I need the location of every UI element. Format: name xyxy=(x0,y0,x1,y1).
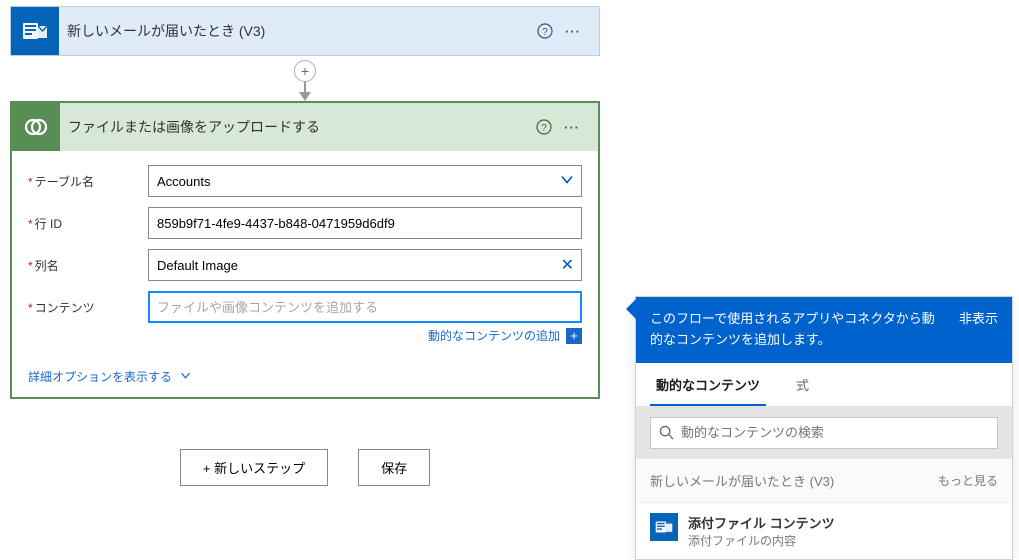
label-rowid: 行 ID xyxy=(28,215,148,232)
chevron-down-icon[interactable] xyxy=(560,173,574,190)
new-step-button[interactable]: + 新しいステップ xyxy=(180,449,328,486)
dyn-section-header: 新しいメールが届いたとき (V3) もっと見る xyxy=(636,459,1012,503)
action-header[interactable]: ファイルまたは画像をアップロードする ? ··· xyxy=(12,103,598,151)
help-icon[interactable]: ? xyxy=(531,17,559,45)
outlook-icon xyxy=(11,7,59,55)
more-icon[interactable]: ··· xyxy=(558,113,586,141)
add-dynamic-content-link[interactable]: 動的なコンテンツの追加 xyxy=(428,327,560,344)
rowid-input[interactable] xyxy=(148,207,582,239)
svg-text:?: ? xyxy=(541,123,547,134)
plus-icon[interactable]: + xyxy=(566,328,582,344)
action-title: ファイルまたは画像をアップロードする xyxy=(60,117,530,137)
trigger-title: 新しいメールが届いたとき (V3) xyxy=(59,21,531,41)
dyn-item-attachment-content[interactable]: 添付ファイル コンテンツ 添付ファイルの内容 xyxy=(636,503,1012,559)
svg-text:?: ? xyxy=(542,27,548,38)
hide-link[interactable]: 非表示 xyxy=(959,309,998,351)
label-content: コンテンツ xyxy=(28,299,148,316)
more-icon[interactable]: ··· xyxy=(559,17,587,45)
dyn-item-title: 添付ファイル コンテンツ xyxy=(688,513,835,532)
label-column: 列名 xyxy=(28,257,148,274)
search-icon xyxy=(659,425,674,443)
clear-icon[interactable]: ✕ xyxy=(561,255,574,275)
action-body: テーブル名 行 ID 列名 ✕ コンテンツ xyxy=(12,151,598,364)
action-card: ファイルまたは画像をアップロードする ? ··· テーブル名 行 ID 列名 xyxy=(10,101,600,399)
table-select[interactable] xyxy=(148,165,582,197)
trigger-header: 新しいメールが届いたとき (V3) ? ··· xyxy=(11,7,599,55)
connector: + xyxy=(10,56,600,101)
dyn-panel-header: このフローで使用されるアプリやコネクタから動的なコンテンツを追加します。 非表示 xyxy=(636,297,1012,363)
see-more-link[interactable]: もっと見る xyxy=(938,472,998,489)
dyn-tabs: 動的なコンテンツ 式 xyxy=(636,363,1012,407)
help-icon[interactable]: ? xyxy=(530,113,558,141)
show-advanced-link[interactable]: 詳細オプションを表示する xyxy=(28,370,172,384)
callout-arrow-icon xyxy=(626,299,636,319)
arrow-down-icon xyxy=(299,92,311,101)
outlook-icon xyxy=(650,513,678,541)
content-input[interactable] xyxy=(148,291,582,323)
column-input[interactable] xyxy=(148,249,582,281)
insert-step-button[interactable]: + xyxy=(294,60,316,82)
tab-expression[interactable]: 式 xyxy=(790,363,815,406)
save-button[interactable]: 保存 xyxy=(358,449,430,486)
dynamic-content-panel: このフローで使用されるアプリやコネクタから動的なコンテンツを追加します。 非表示… xyxy=(635,296,1013,560)
trigger-card[interactable]: 新しいメールが届いたとき (V3) ? ··· xyxy=(10,6,600,56)
footer-buttons: + 新しいステップ 保存 xyxy=(10,449,600,486)
label-table: テーブル名 xyxy=(28,173,148,190)
chevron-down-icon xyxy=(180,369,191,384)
tab-dynamic-content[interactable]: 動的なコンテンツ xyxy=(650,363,766,406)
dataverse-icon xyxy=(12,103,60,151)
dyn-search-input[interactable] xyxy=(650,417,998,449)
dyn-item-desc: 添付ファイルの内容 xyxy=(688,532,835,549)
